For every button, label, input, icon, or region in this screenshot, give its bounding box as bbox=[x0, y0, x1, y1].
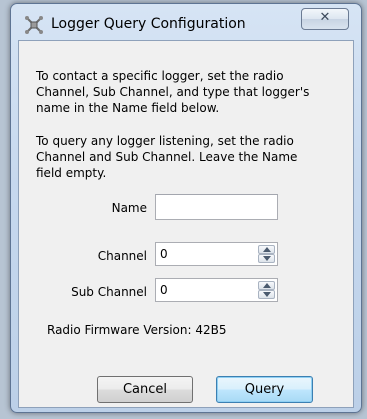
instructions-specific: To contact a specific logger, set the ra… bbox=[36, 69, 310, 115]
cancel-button[interactable]: Cancel bbox=[97, 376, 193, 403]
name-field[interactable] bbox=[155, 194, 278, 220]
arrow-up-icon bbox=[263, 247, 271, 252]
channel-label: Channel bbox=[97, 249, 147, 263]
instructions-any: To query any logger listening, set the r… bbox=[36, 134, 298, 180]
subchannel-up-button[interactable] bbox=[258, 281, 275, 290]
close-icon: ✕ bbox=[319, 10, 331, 25]
window-title: Logger Query Configuration bbox=[51, 16, 246, 32]
close-button[interactable]: ✕ bbox=[301, 8, 349, 30]
subchannel-stepper[interactable]: 0 bbox=[155, 278, 278, 302]
channel-down-button[interactable] bbox=[258, 254, 275, 263]
channel-up-button[interactable] bbox=[258, 245, 275, 254]
arrow-up-icon bbox=[263, 283, 271, 288]
subchannel-down-button[interactable] bbox=[258, 290, 275, 299]
firmware-version: Radio Firmware Version: 42B5 bbox=[47, 323, 227, 337]
dialog-window: Logger Query Configuration ✕ To contact … bbox=[10, 3, 362, 413]
name-label: Name bbox=[111, 201, 147, 215]
title-bar[interactable]: Logger Query Configuration ✕ bbox=[11, 4, 361, 40]
channel-stepper[interactable]: 0 bbox=[155, 242, 278, 266]
subchannel-label: Sub Channel bbox=[71, 285, 147, 299]
arrow-down-icon bbox=[263, 292, 271, 297]
subchannel-value: 0 bbox=[160, 283, 168, 297]
channel-value: 0 bbox=[160, 247, 168, 261]
query-button[interactable]: Query bbox=[216, 376, 313, 403]
arrow-down-icon bbox=[263, 256, 271, 261]
logger-app-icon bbox=[25, 16, 43, 34]
dialog-content: To contact a specific logger, set the ra… bbox=[18, 40, 354, 408]
